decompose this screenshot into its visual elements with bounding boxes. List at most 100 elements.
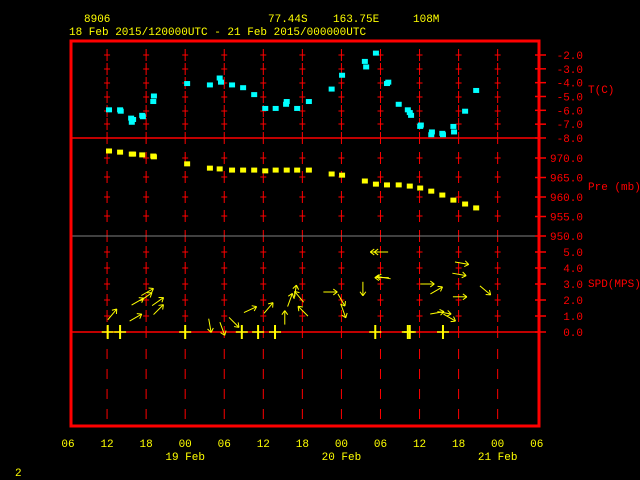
pressure-point (406, 183, 413, 189)
pressure-point (439, 192, 446, 198)
x-tick-label: 00 (491, 439, 504, 451)
time-period: 18 Feb 2015/120000UTC - 21 Feb 2015/0000… (69, 27, 366, 39)
temperature-point (283, 99, 290, 105)
x-tick-label: 18 (140, 439, 153, 451)
temperature-point (217, 79, 224, 85)
wind-tick-label: 1.0 (563, 312, 583, 324)
temp-tick-label: -6.0 (557, 106, 583, 118)
x-tick-label: 00 (179, 439, 192, 451)
wind-arrow-head (295, 284, 300, 290)
temperature-point (450, 123, 457, 129)
y-axis-label: SPD(MPS) (588, 279, 640, 291)
pressure-point (450, 197, 457, 203)
wind-tick-label: 3.0 (563, 280, 583, 292)
wind-arrow-head (148, 287, 154, 289)
wind-arrow-shaft (297, 305, 309, 317)
temperature-point (150, 99, 157, 105)
x-tick-label: 06 (61, 439, 74, 451)
wind-arrow-head (461, 275, 467, 279)
temperature-point (339, 72, 346, 78)
temperature-point (473, 87, 480, 93)
wind-arrow-head (345, 312, 348, 318)
wind-arrow-head (251, 305, 257, 308)
temperature-point (262, 105, 269, 111)
temperature-point (328, 86, 335, 92)
x-tick-label: 06 (530, 439, 543, 451)
x-tick-label: 12 (413, 439, 426, 451)
pressure-tick-label: 955.0 (550, 213, 583, 225)
temperature-point (361, 58, 368, 64)
temperature-point (240, 85, 247, 91)
grid (71, 49, 539, 419)
pressure-tick-label: 965.0 (550, 174, 583, 186)
y-axis-label: Pre (mb) (588, 182, 640, 194)
temperature-point (462, 108, 469, 114)
page-number: 2 (15, 468, 22, 480)
x-date-label: 20 Feb (322, 452, 362, 464)
temperature-point (305, 99, 312, 105)
wind-tick-label: 5.0 (563, 248, 583, 260)
wind-arrow (129, 313, 143, 322)
temperature-point (206, 82, 213, 88)
wind-tick-label: 2.0 (563, 296, 583, 308)
x-tick-label: 06 (374, 439, 387, 451)
pressure-point (262, 168, 269, 174)
wind-arrow (281, 310, 289, 325)
wind-arrow (207, 318, 214, 333)
temp-tick-label: -5.0 (557, 92, 583, 104)
temp-tick-label: -3.0 (557, 65, 583, 77)
wind-arrow-head (291, 293, 295, 299)
pressure-point (305, 167, 312, 173)
x-tick-label: 12 (100, 439, 113, 451)
wind-arrow (437, 310, 452, 317)
pressure-point (473, 205, 480, 211)
pressure-point (383, 182, 390, 188)
station-id: 8906 (84, 14, 110, 26)
pressure-point (184, 161, 191, 167)
elevation: 108M (413, 14, 439, 26)
pressure-point (150, 154, 157, 160)
pressure-tick-label: 960.0 (550, 193, 583, 205)
wind-arrow (430, 285, 443, 295)
temperature-point (439, 132, 446, 138)
wind-arrow-shaft (228, 317, 240, 328)
pressure-tick-label: 970.0 (550, 154, 583, 166)
temp-tick-label: -8.0 (557, 134, 583, 146)
pressure-point (283, 167, 290, 173)
wind-arrow (263, 302, 274, 314)
x-date-label: 21 Feb (478, 452, 518, 464)
longitude: 163.75E (333, 14, 380, 26)
wind-arrow (420, 280, 435, 288)
wind-arrow-head (439, 308, 445, 313)
temperature-point (294, 105, 301, 111)
temp-tick-label: -2.0 (557, 51, 583, 63)
x-date-label: 19 Feb (165, 452, 205, 464)
wind-arrow (131, 297, 145, 306)
temperature-point (395, 101, 402, 107)
aws-meteogram: 8906 77.44S 163.75E 108M 18 Feb 2015/120… (15, 14, 640, 480)
x-tick-label: 06 (218, 439, 231, 451)
wind-arrow-head (138, 297, 144, 299)
temp-tick-label: -4.0 (557, 79, 583, 91)
pressure-point (328, 171, 335, 177)
x-tick-label: 18 (452, 439, 465, 451)
wind-arrow (287, 293, 295, 307)
temperature-point (451, 129, 458, 135)
pressure-point (106, 148, 113, 154)
wind-arrow (228, 317, 240, 328)
temperature-point (229, 82, 236, 88)
wind-arrow (454, 260, 470, 268)
wind-arrow-head (450, 320, 456, 323)
pressure-point (462, 201, 469, 207)
temperature-point (408, 112, 415, 118)
temperature-point (106, 107, 113, 113)
wind-arrow (297, 305, 309, 317)
plot-frame (69, 39, 541, 428)
pressure-point (139, 152, 146, 158)
pressure-tick-label: 950.0 (550, 232, 583, 244)
wind-arrow (243, 305, 258, 314)
pressure-point (229, 167, 236, 173)
pressure-point (251, 167, 258, 173)
temperature-point (117, 108, 124, 114)
pressure-point (372, 181, 379, 187)
